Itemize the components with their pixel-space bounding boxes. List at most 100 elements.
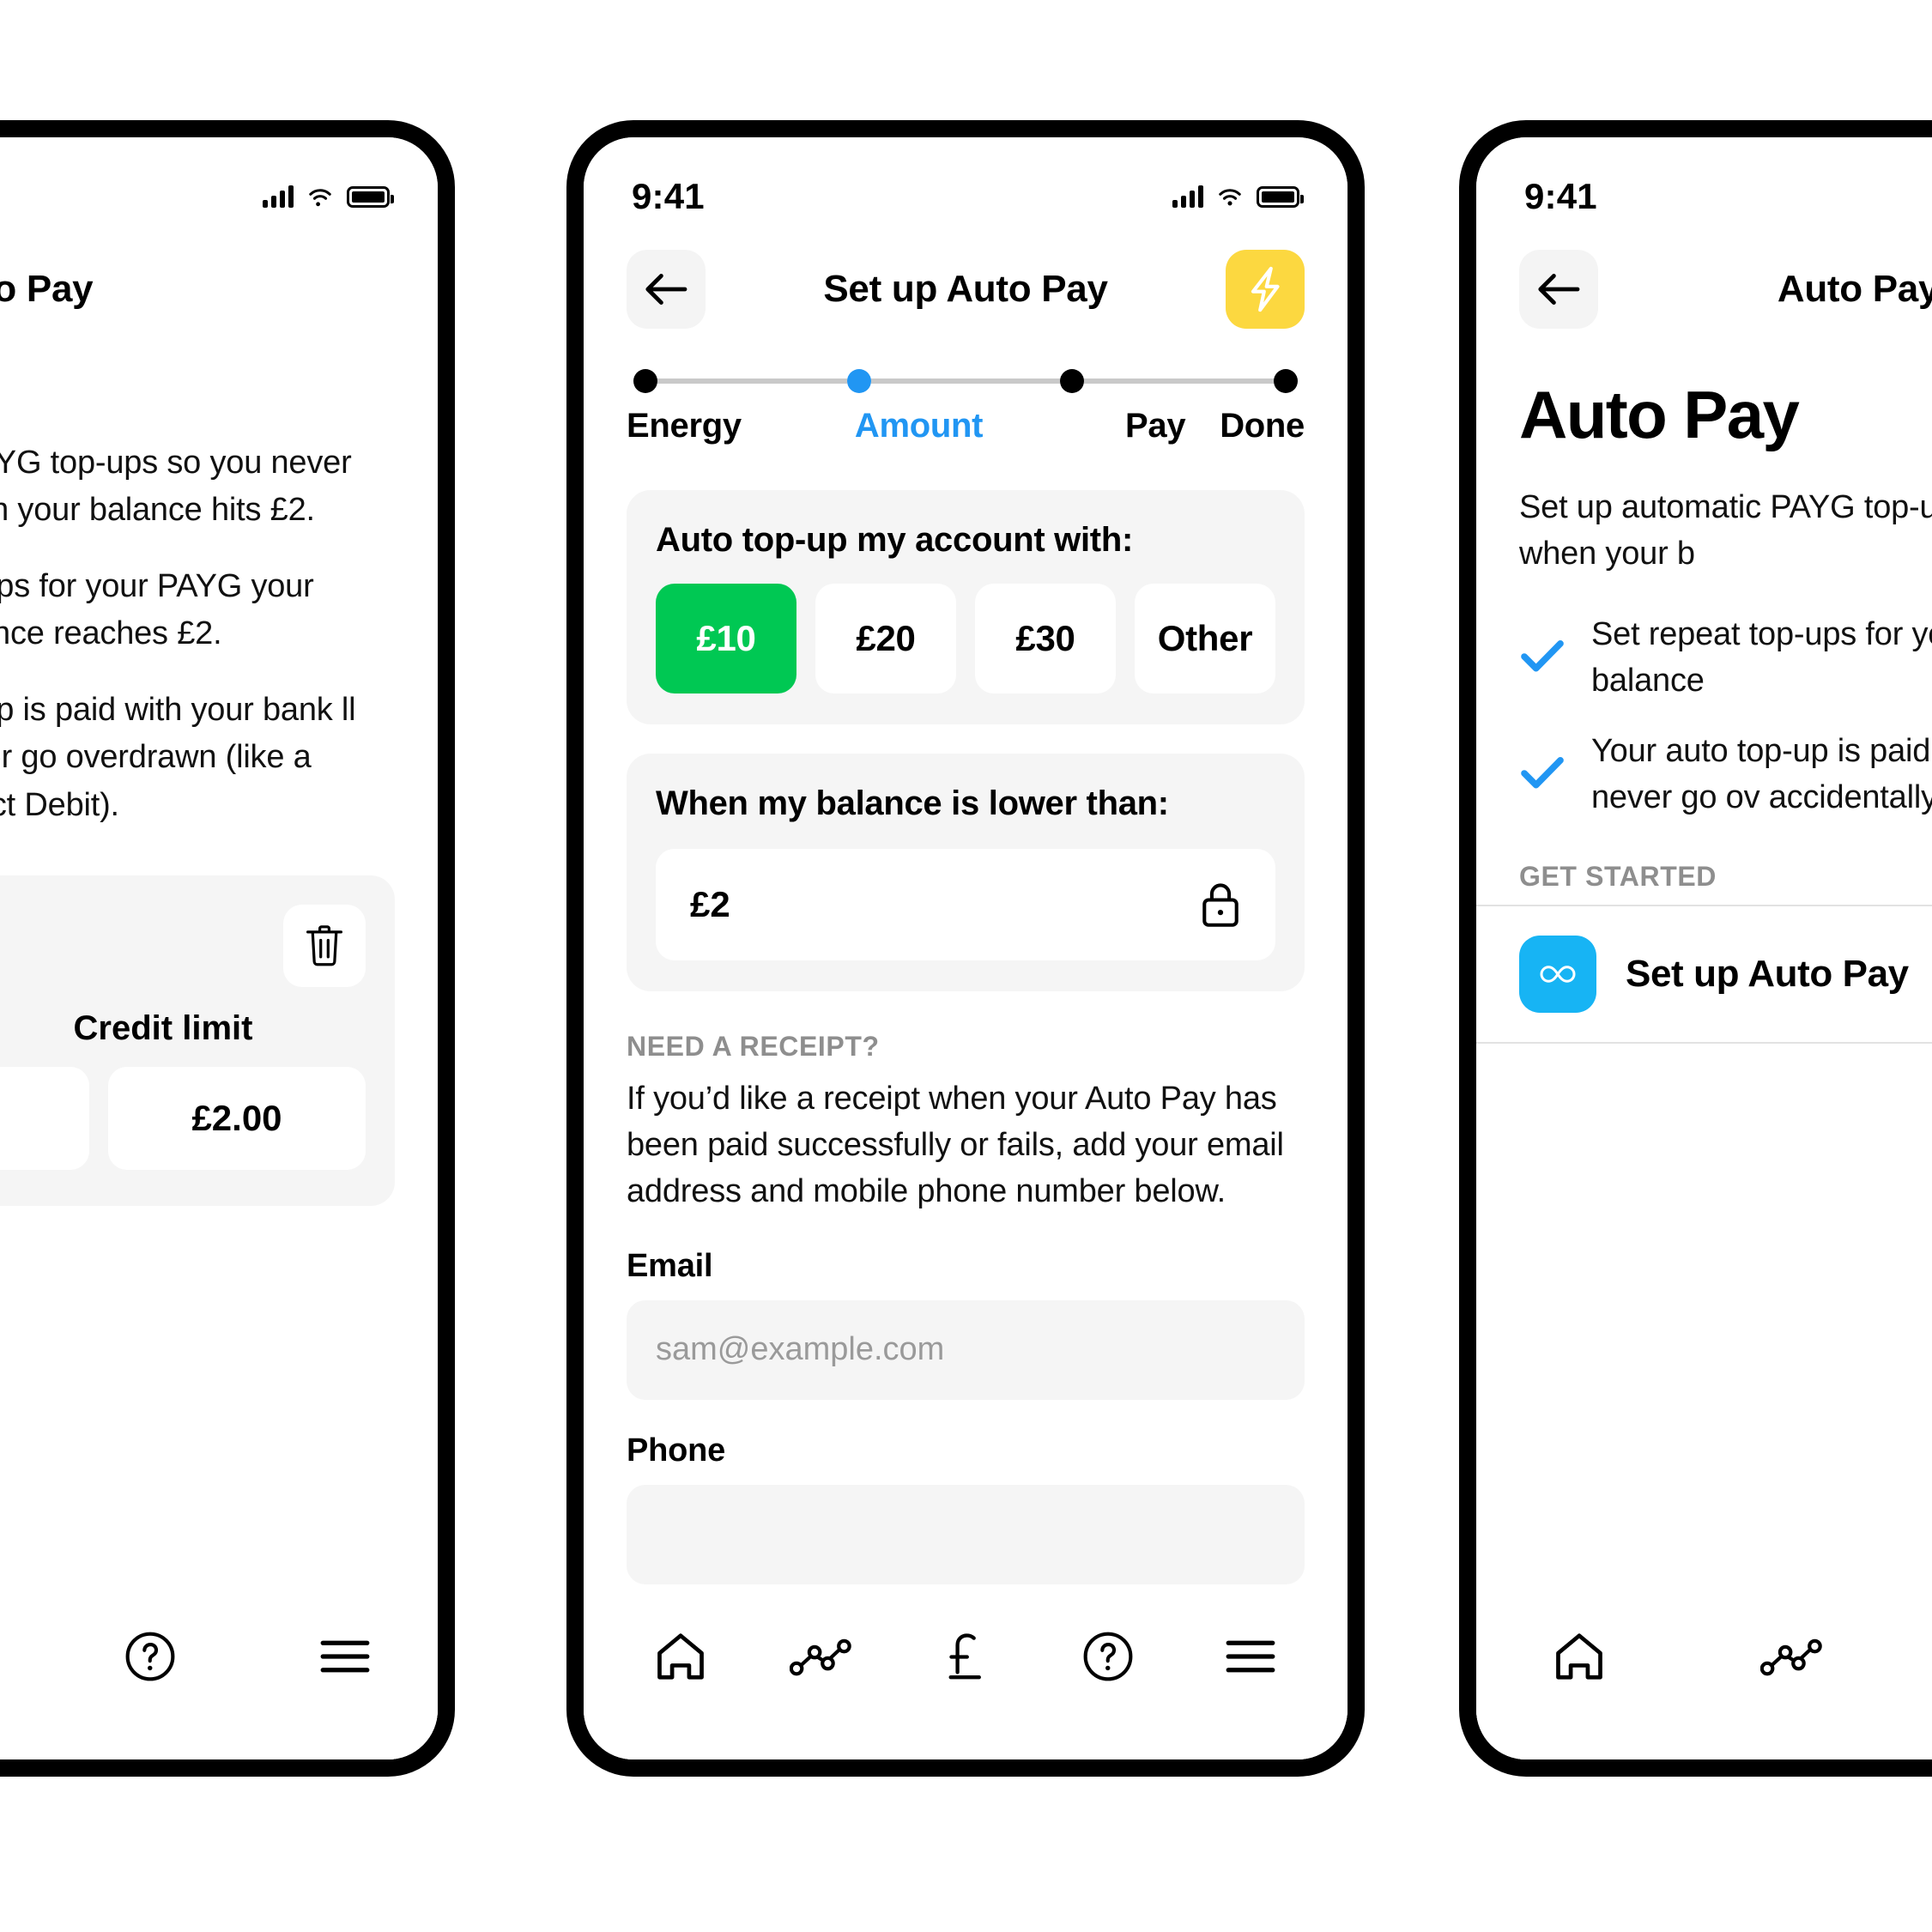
nav-bar-right: Auto Pay bbox=[1476, 233, 1932, 336]
phone-left-screen: Auto Pay c PAYG top-ups so you never whe… bbox=[0, 137, 438, 1759]
paragraph-3: op-up is paid with your bank ll never go… bbox=[0, 692, 356, 823]
tab-home-center[interactable] bbox=[629, 1614, 732, 1699]
step-line-3 bbox=[1084, 379, 1275, 384]
signal-icon bbox=[263, 185, 294, 208]
home-icon bbox=[1556, 1633, 1602, 1680]
step-line-2 bbox=[870, 379, 1061, 384]
back-button-right[interactable] bbox=[1519, 250, 1598, 329]
phone-right-screen: 9:41 Auto Pay Auto Pay Set up automatic … bbox=[1476, 137, 1932, 1759]
stepper-labels: Energy Amount Pay Done bbox=[627, 407, 1305, 445]
tab-menu-center[interactable] bbox=[1199, 1614, 1302, 1699]
phone-left-body: c PAYG top-ups so you never when your ba… bbox=[0, 439, 438, 1206]
home-icon bbox=[657, 1633, 704, 1680]
lock-icon bbox=[1202, 883, 1239, 927]
tab-bar-center bbox=[584, 1588, 1348, 1759]
amount-option-20[interactable]: £20 bbox=[815, 584, 956, 693]
usage-graph-icon bbox=[1760, 1638, 1822, 1676]
infinity-icon bbox=[1540, 966, 1576, 983]
benefit-item-2: Your auto top-up is paid card, so you’ll… bbox=[1519, 729, 1932, 821]
menu-icon bbox=[320, 1640, 370, 1673]
step-line-1 bbox=[657, 379, 847, 384]
benefits-list: Set repeat top-ups for yo meter when you… bbox=[1476, 578, 1932, 821]
topup-amount-card: Auto top-up my account with: £10 £20 £30… bbox=[627, 490, 1305, 724]
receipt-eyebrow: NEED A RECEIPT? bbox=[627, 1031, 880, 1062]
tab-bar-right bbox=[1476, 1588, 1932, 1759]
setup-stepper: Energy Amount Pay Done bbox=[584, 336, 1348, 445]
page-intro-right: Set up automatic PAYG top-u forget to to… bbox=[1519, 489, 1932, 572]
status-icons-left bbox=[263, 185, 394, 208]
step-label-amount: Amount bbox=[854, 407, 984, 445]
tab-menu-left[interactable] bbox=[303, 1614, 386, 1699]
setup-auto-pay-row[interactable]: Set up Auto Pay bbox=[1476, 906, 1932, 1042]
setup-auto-pay-label: Set up Auto Pay bbox=[1626, 952, 1909, 995]
battery-icon bbox=[1257, 185, 1304, 208]
step-dot-done[interactable] bbox=[1274, 369, 1299, 393]
trash-icon bbox=[306, 924, 342, 966]
phone-label: Phone bbox=[627, 1432, 726, 1469]
step-dot-pay[interactable] bbox=[1060, 369, 1085, 393]
credit-limit-fields: £2.00 bbox=[0, 1066, 366, 1170]
benefit-text-1: Set repeat top-ups for yo meter when you… bbox=[1591, 615, 1932, 699]
status-bar-left bbox=[0, 137, 438, 233]
credit-limit-card: Credit limit £2.00 bbox=[0, 875, 395, 1206]
tab-bar-left bbox=[0, 1588, 438, 1759]
page-title-left: Auto Pay bbox=[0, 268, 94, 310]
arrow-left-icon bbox=[1538, 274, 1580, 305]
credit-limit-value[interactable]: £2.00 bbox=[108, 1066, 366, 1170]
step-label-energy: Energy bbox=[627, 407, 742, 445]
credit-limit-field-partial[interactable] bbox=[0, 1066, 89, 1170]
nav-bar-left: Auto Pay bbox=[0, 233, 438, 336]
tab-usage-center[interactable] bbox=[772, 1614, 875, 1699]
amount-option-10[interactable]: £10 bbox=[656, 584, 796, 693]
amount-options: £10 £20 £30 Other bbox=[656, 584, 1275, 693]
check-icon bbox=[1519, 754, 1566, 796]
status-bar-right: 9:41 bbox=[1476, 137, 1932, 233]
get-started-eyebrow: GET STARTED bbox=[1519, 860, 1717, 892]
topup-card-title: Auto top-up my account with: bbox=[656, 521, 1133, 559]
threshold-field[interactable]: £2 bbox=[656, 849, 1275, 960]
email-input[interactable]: sam@example.com bbox=[627, 1299, 1305, 1400]
arrow-left-icon bbox=[645, 274, 687, 305]
tab-usage-right[interactable] bbox=[1742, 1614, 1845, 1699]
nav-bar-center: Set up Auto Pay bbox=[584, 233, 1348, 336]
lightning-bolt-icon bbox=[1251, 266, 1280, 312]
status-time-right: 9:41 bbox=[1524, 176, 1597, 216]
step-dot-amount[interactable] bbox=[846, 369, 871, 393]
screenshot-canvas: Auto Pay c PAYG top-ups so you never whe… bbox=[0, 0, 1932, 1932]
benefit-item-1: Set repeat top-ups for yo meter when you… bbox=[1519, 612, 1932, 705]
infinity-icon-badge bbox=[1519, 935, 1596, 1013]
tab-help-center[interactable] bbox=[1057, 1614, 1160, 1699]
divider-bottom bbox=[1476, 1041, 1932, 1044]
threshold-value: £2 bbox=[690, 884, 730, 924]
stepper-track bbox=[627, 369, 1305, 393]
phone-input[interactable] bbox=[627, 1484, 1305, 1584]
boost-button[interactable] bbox=[1226, 250, 1305, 329]
help-icon bbox=[125, 1632, 175, 1681]
wifi-icon bbox=[1219, 189, 1241, 206]
status-bar-center: 9:41 bbox=[584, 137, 1348, 233]
phone-right: 9:41 Auto Pay Auto Pay Set up automatic … bbox=[1459, 120, 1932, 1777]
phone-left: Auto Pay c PAYG top-ups so you never whe… bbox=[0, 120, 455, 1777]
tab-pound-center[interactable] bbox=[914, 1614, 1017, 1699]
receipt-section: NEED A RECEIPT? If you’d like a receipt … bbox=[584, 991, 1348, 1584]
tab-home-right[interactable] bbox=[1528, 1614, 1631, 1699]
step-label-pay: Pay bbox=[1125, 407, 1186, 445]
usage-graph-icon bbox=[790, 1638, 851, 1676]
delete-button[interactable] bbox=[283, 904, 366, 987]
amount-option-other[interactable]: Other bbox=[1135, 584, 1275, 693]
balance-threshold-card: When my balance is lower than: £2 bbox=[627, 754, 1305, 991]
status-time-center: 9:41 bbox=[632, 176, 705, 216]
paragraph-2: op-ups for your PAYG your balance reache… bbox=[0, 568, 314, 652]
threshold-card-title: When my balance is lower than: bbox=[656, 784, 1169, 822]
wifi-icon bbox=[309, 189, 331, 207]
amount-option-30[interactable]: £30 bbox=[975, 584, 1116, 693]
menu-icon bbox=[1226, 1640, 1275, 1673]
email-label: Email bbox=[627, 1247, 713, 1284]
paragraph-1: c PAYG top-ups so you never when your ba… bbox=[0, 445, 352, 529]
step-dot-energy[interactable] bbox=[633, 369, 657, 393]
status-icons-center bbox=[1172, 185, 1304, 208]
step-label-done: Done bbox=[1220, 407, 1305, 445]
back-button[interactable] bbox=[627, 250, 706, 329]
battery-icon bbox=[347, 185, 394, 208]
tab-help-left[interactable] bbox=[109, 1614, 192, 1699]
